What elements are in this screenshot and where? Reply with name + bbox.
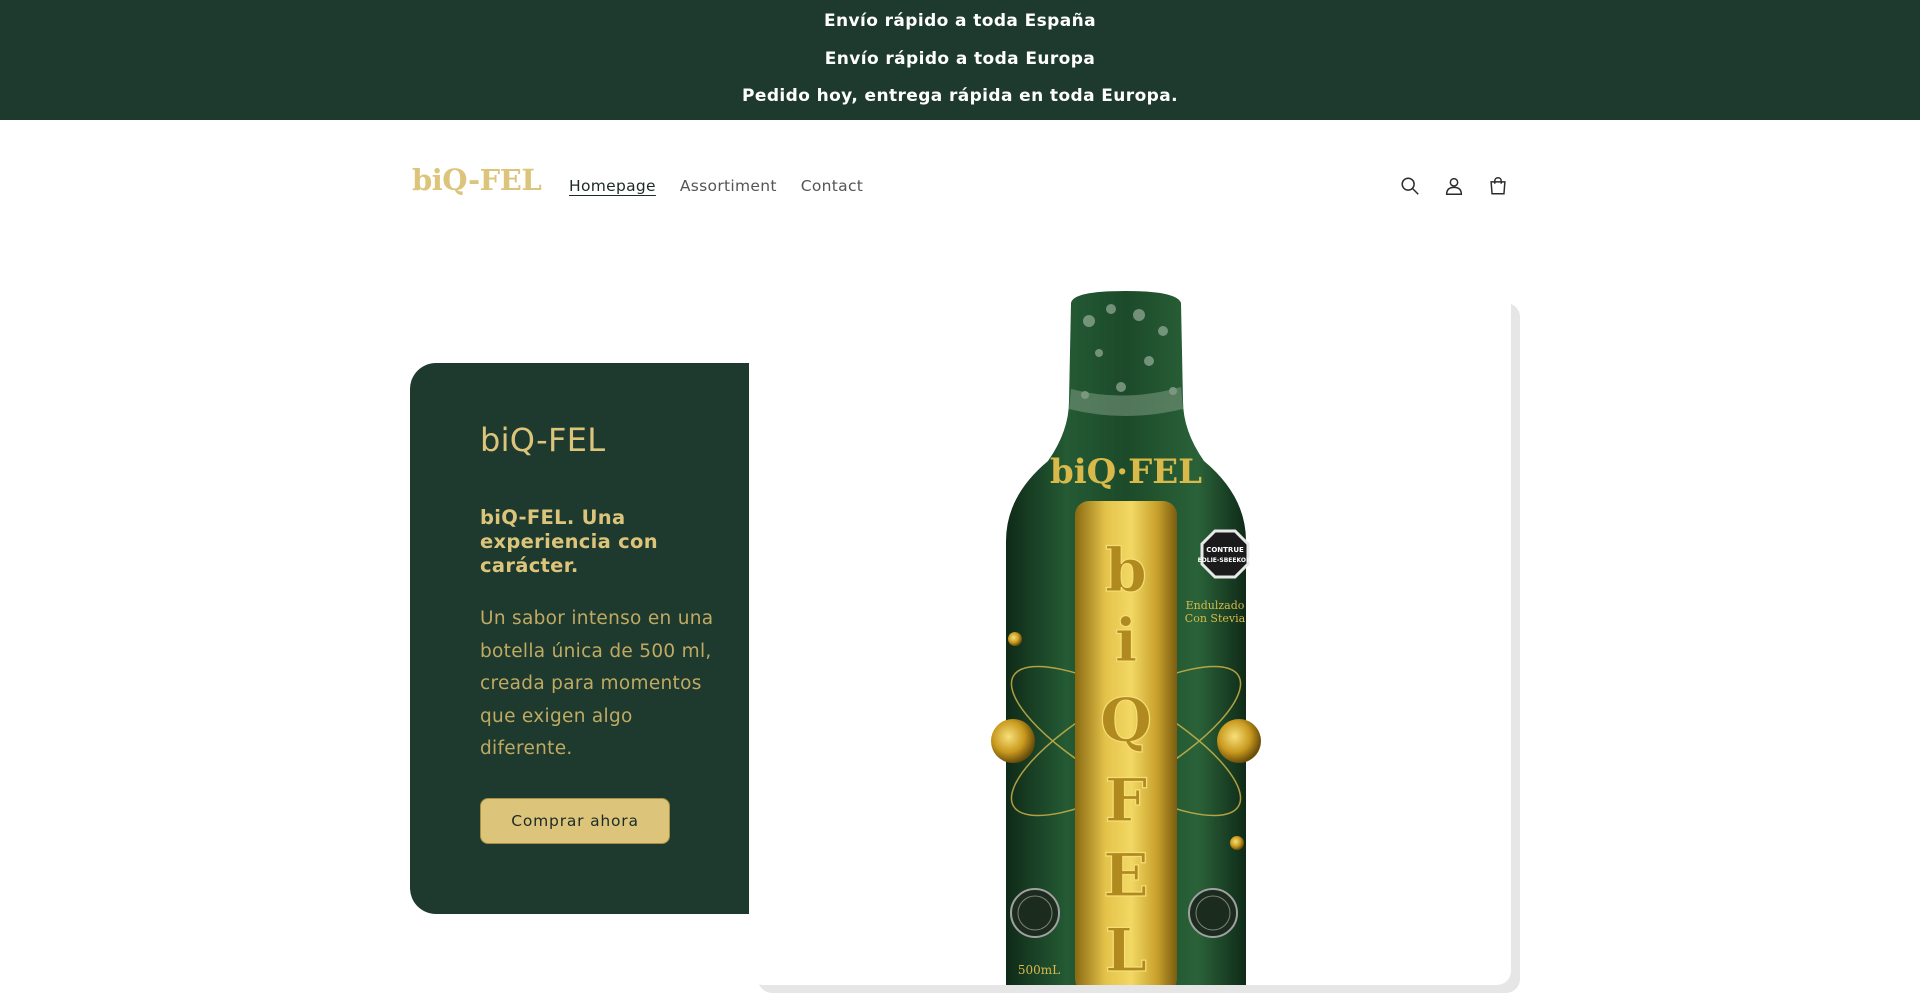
- bottle-badge-text: CONTRUE: [1206, 546, 1244, 554]
- hero-text-card: biQ-FEL biQ-FEL. Una experiencia con car…: [410, 363, 790, 914]
- nav-link-assortiment[interactable]: Assortiment: [680, 177, 777, 195]
- svg-text:L: L: [1105, 916, 1147, 985]
- bottle-vertical-text: b: [1105, 536, 1147, 606]
- announcement-line-3: Pedido hoy, entrega rápida en toda Europ…: [742, 86, 1178, 106]
- bottle-volume-text: 500mL: [1018, 963, 1060, 977]
- announcement-line-1: Envío rápido a toda España: [824, 11, 1096, 31]
- svg-text:Con Stevia: Con Stevia: [1185, 612, 1246, 625]
- cart-icon[interactable]: [1484, 172, 1512, 200]
- nav-link-homepage[interactable]: Homepage: [569, 177, 656, 195]
- bottle-side-text: Endulzado: [1186, 599, 1245, 612]
- bottle-brand-text: biQ·FEL: [1050, 452, 1202, 492]
- svg-text:Q: Q: [1100, 686, 1152, 756]
- svg-text:F: F: [1105, 766, 1148, 836]
- account-icon[interactable]: [1440, 172, 1468, 200]
- hero-media: biQ·FEL b i Q F E L CONTRUE EDLIE-SBEEKO…: [749, 291, 1511, 985]
- product-bottle-image: biQ·FEL b i Q F E L CONTRUE EDLIE-SBEEKO…: [991, 291, 1261, 985]
- buy-now-button[interactable]: Comprar ahora: [480, 798, 670, 844]
- announcement-line-2: Envío rápido a toda Europa: [824, 49, 1096, 69]
- announcement-bar: Envío rápido a toda España Envío rápido …: [0, 0, 1920, 120]
- search-icon[interactable]: [1396, 172, 1424, 200]
- site-header: biQ-FEL Homepage Assortiment Contact: [0, 120, 1920, 255]
- hero-description: Un sabor intenso en una botella única de…: [480, 608, 714, 759]
- svg-text:E: E: [1103, 841, 1149, 911]
- nav-link-contact[interactable]: Contact: [801, 177, 863, 195]
- svg-text:EDLIE-SBEEKOIE: EDLIE-SBEEKOIE: [1198, 557, 1253, 564]
- header-icons: [1396, 172, 1512, 200]
- svg-text:i: i: [1115, 606, 1138, 676]
- hero-title: biQ-FEL: [480, 421, 606, 459]
- hero-subtitle: biQ-FEL. Una experiencia con carácter.: [480, 506, 658, 577]
- site-logo[interactable]: biQ-FEL: [412, 163, 542, 197]
- main-nav: Homepage Assortiment Contact: [569, 177, 863, 195]
